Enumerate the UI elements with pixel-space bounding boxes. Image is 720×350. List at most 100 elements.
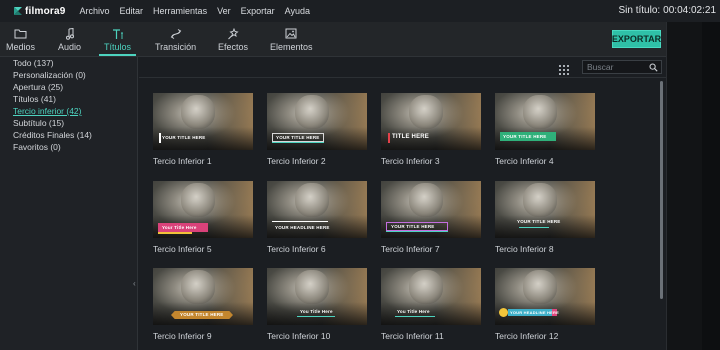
title-template-card[interactable]: YOUR TITLE HERE Tercio Inferior 7 (381, 181, 481, 254)
category-sidebar: Todo (137) Personalización (0) Apertura … (0, 57, 138, 350)
music-note-icon (65, 27, 75, 40)
collapse-sidebar-icon[interactable]: ‹ (133, 279, 136, 288)
export-button[interactable]: EXPORTAR (612, 30, 661, 48)
title-template-card[interactable]: YOUR HEADLINE HERE Tercio Inferior 6 (267, 181, 367, 254)
title-template-card[interactable]: YOUR TITLE HERE Tercio Inferior 4 (495, 93, 595, 166)
toolbar-divider (139, 77, 666, 78)
library-scrollbar[interactable] (660, 81, 663, 299)
template-label: Tercio Inferior 10 (267, 331, 331, 341)
folder-icon (14, 27, 27, 40)
title-template-card[interactable]: YOUR TITLE HERE Tercio Inferior 1 (153, 93, 253, 166)
title-template-card[interactable]: TITLE HERE Tercio Inferior 3 (381, 93, 481, 166)
menu-exportar[interactable]: Exportar (241, 6, 275, 16)
category-titulos[interactable]: Títulos (41) (13, 94, 56, 104)
template-overlay-text: YOUR TITLE HERE (503, 134, 547, 139)
tab-label: Transición (155, 42, 197, 52)
title-template-card[interactable]: YOUR HEADLINE HERE Tercio Inferior 12 (495, 268, 595, 341)
template-label: Tercio Inferior 2 (267, 156, 326, 166)
menu-herramientas[interactable]: Herramientas (153, 6, 207, 16)
template-label: Tercio Inferior 5 (153, 244, 212, 254)
text-icon (112, 27, 124, 40)
template-label: Tercio Inferior 12 (495, 331, 559, 341)
template-label: Tercio Inferior 6 (267, 244, 326, 254)
project-title: Sin título: 00:04:02:21 (615, 5, 716, 16)
category-subtitulo[interactable]: Subtítulo (15) (13, 118, 64, 128)
category-favoritos[interactable]: Favoritos (0) (13, 142, 61, 152)
tab-label: Medios (6, 42, 36, 52)
effects-icon (227, 27, 239, 40)
template-thumbnail: YOUR HEADLINE HERE (495, 268, 595, 325)
title-template-card[interactable]: YOUR TITLE HERE Tercio Inferior 2 (267, 93, 367, 166)
menu-editar[interactable]: Editar (120, 6, 144, 16)
menu-archivo[interactable]: Archivo (80, 6, 110, 16)
template-thumbnail: You Title Here (267, 268, 367, 325)
tab-efectos[interactable]: Efectos (218, 27, 248, 52)
template-label: Tercio Inferior 11 (381, 331, 444, 341)
project-timecode: 00:04:02:21 (663, 5, 716, 16)
template-thumbnail: YOUR TITLE HERE (495, 93, 595, 150)
template-overlay-text: TITLE HERE (392, 134, 430, 140)
grid-view-icon[interactable] (559, 62, 569, 75)
search-icon[interactable] (649, 63, 658, 74)
template-thumbnail: YOUR TITLE HERE (153, 93, 253, 150)
template-overlay-text: YOUR HEADLINE HERE (510, 310, 559, 315)
template-thumbnail: TITLE HERE (381, 93, 481, 150)
tab-transicion[interactable]: Transición (155, 27, 196, 52)
category-tercio-inferior[interactable]: Tercio inferior (42) (13, 106, 82, 116)
template-label: Tercio Inferior 1 (153, 156, 212, 166)
template-thumbnail: YOUR HEADLINE HERE (267, 181, 367, 238)
template-label: Tercio Inferior 3 (381, 156, 440, 166)
project-name: Sin título: (618, 5, 661, 16)
template-thumbnail: YOUR TITLE HERE (381, 181, 481, 238)
title-template-card[interactable]: YOUR TITLE HERE Tercio Inferior 8 (495, 181, 595, 254)
tab-label: Audio (58, 42, 82, 52)
tab-label: Efectos (218, 42, 249, 52)
template-overlay-text: YOUR HEADLINE HERE (275, 225, 330, 230)
category-apertura[interactable]: Apertura (25) (13, 82, 63, 92)
template-overlay-text: You Title Here (397, 309, 430, 314)
tab-label: Títulos (104, 42, 132, 52)
tab-audio[interactable]: Audio (58, 27, 81, 52)
template-overlay-text: YOUR TITLE HERE (517, 219, 561, 224)
title-template-card[interactable]: You Title Here Tercio Inferior 11 (381, 268, 481, 341)
category-personalizacion[interactable]: Personalización (0) (13, 70, 86, 80)
preview-side-strip (702, 22, 720, 350)
template-thumbnail: YOUR TITLE HERE (495, 181, 595, 238)
template-label: Tercio Inferior 9 (153, 331, 212, 341)
app-brand: filmora9 (25, 5, 66, 17)
tab-label: Elementos (270, 42, 313, 52)
active-tab-indicator (99, 54, 136, 56)
menu-ayuda[interactable]: Ayuda (285, 6, 310, 16)
template-label: Tercio Inferior 7 (381, 244, 440, 254)
category-todo[interactable]: Todo (137) (13, 58, 54, 68)
template-thumbnail: YOUR TITLE HERE (153, 268, 253, 325)
tab-medios[interactable]: Medios (6, 27, 35, 52)
template-label: Tercio Inferior 4 (495, 156, 554, 166)
template-thumbnail: Your Title Here (153, 181, 253, 238)
filmora-window: filmora9 Archivo Editar Herramientas Ver… (0, 0, 720, 350)
template-overlay-text: You Title Here (300, 309, 333, 314)
menubar: filmora9 Archivo Editar Herramientas Ver… (0, 0, 720, 22)
titles-library: Buscar YOUR TITLE HERE Tercio Inferior 1… (139, 57, 666, 350)
category-creditos-finales[interactable]: Créditos Finales (14) (13, 130, 92, 140)
menu-ver[interactable]: Ver (217, 6, 231, 16)
template-overlay-text: Your Title Here (162, 225, 197, 230)
template-overlay-text: YOUR TITLE HERE (276, 135, 320, 140)
template-label: Tercio Inferior 8 (495, 244, 554, 254)
app-logo: filmora9 (13, 6, 66, 17)
library-toolbar: Medios Audio Títulos Transición Efectos (0, 22, 666, 57)
template-overlay-text: YOUR TITLE HERE (162, 135, 206, 140)
filmora-logo-icon (13, 6, 23, 16)
template-overlay-text: YOUR TITLE HERE (180, 312, 224, 317)
template-thumbnail: You Title Here (381, 268, 481, 325)
transition-icon (170, 27, 182, 40)
template-overlay-text: YOUR TITLE HERE (391, 224, 435, 229)
search-input[interactable]: Buscar (582, 60, 662, 74)
template-thumbnail: YOUR TITLE HERE (267, 93, 367, 150)
title-template-card[interactable]: YOUR TITLE HERE Tercio Inferior 9 (153, 268, 253, 341)
tab-elementos[interactable]: Elementos (270, 27, 313, 52)
title-template-card[interactable]: You Title Here Tercio Inferior 10 (267, 268, 367, 341)
title-template-card[interactable]: Your Title Here Tercio Inferior 5 (153, 181, 253, 254)
tab-titulos[interactable]: Títulos (104, 27, 131, 52)
image-icon (285, 27, 297, 40)
